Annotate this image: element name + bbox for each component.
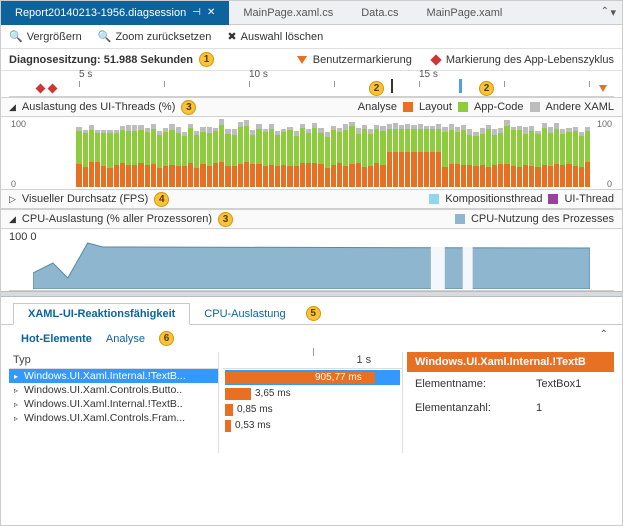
document-tabbar: Report20140213-1956.diagsession ⊣ ✕ Main…	[1, 1, 622, 25]
legend-comp-swatch	[429, 194, 439, 204]
collapse-icon[interactable]: ◢	[9, 102, 16, 113]
expand-icon[interactable]: ▷	[9, 194, 16, 205]
fps-title: Visueller Durchsatz (FPS)	[22, 193, 148, 205]
magnify-plus-icon: 🔍	[9, 30, 23, 43]
detail-pane: Windows.UI.Xaml.Internal.!TextB Elementn…	[407, 352, 614, 453]
callout-6: 6	[159, 331, 174, 346]
ui-thread-chart[interactable]: 100 100 0 0	[9, 119, 614, 189]
hot-elements-grid: Typ ▸Windows.UI.Xaml.Internal.!TextB...▹…	[1, 352, 622, 457]
magnify-icon: 🔍	[98, 30, 112, 43]
tree-row[interactable]: ▸Windows.UI.Xaml.Internal.!TextB...	[9, 369, 218, 383]
lifecycle-mark-icon	[430, 54, 441, 65]
legend-other-swatch	[530, 102, 540, 112]
callout-3b: 3	[218, 212, 233, 227]
expand-icon[interactable]: ▸	[11, 372, 21, 381]
tab-cpu-usage[interactable]: CPU-Auslastung	[190, 304, 299, 324]
callout-4: 4	[154, 192, 169, 207]
lifecycle-marker	[36, 84, 46, 94]
detail-tabs: XAML-UI-Reaktionsfähigkeit CPU-Auslastun…	[1, 297, 622, 325]
user-mark-icon	[297, 56, 307, 64]
session-info-row: Diagnosesitzung: 51.988 Sekunden 1 Benut…	[1, 49, 622, 71]
lifecycle-marker	[48, 84, 58, 94]
callout-5: 5	[306, 306, 321, 321]
cpu-chart[interactable]: 100 0	[9, 231, 614, 291]
chevron-up-icon[interactable]: ⌃	[601, 6, 609, 17]
subtab-hot[interactable]: Hot-Elemente	[21, 333, 92, 345]
cpu-title: CPU-Auslastung (% aller Prozessoren)	[22, 213, 212, 225]
pin-icon[interactable]: ⊣	[192, 7, 201, 18]
ui-thread-title: Auslastung des UI-Threads (%)	[22, 101, 175, 113]
expand-icon[interactable]: ▹	[11, 414, 21, 423]
user-marker-tri	[599, 85, 607, 92]
tree-row[interactable]: ▹Windows.UI.Xaml.Controls.Fram...	[9, 411, 218, 425]
legend-analyse-swatch	[342, 102, 352, 112]
duration-bar: 0,85 ms	[225, 402, 400, 417]
col-header-type: Typ	[9, 352, 218, 369]
callout-3: 3	[181, 100, 196, 115]
tab-xaml-responsiveness[interactable]: XAML-UI-Reaktionsfähigkeit	[13, 303, 190, 325]
callout-1: 1	[199, 52, 214, 67]
toolbar: 🔍 Vergrößern 🔍 Zoom zurücksetzen ✖ Auswa…	[1, 25, 622, 49]
user-marker-bar	[391, 79, 393, 93]
expand-icon[interactable]: ▹	[11, 400, 21, 409]
cpu-header: ◢ CPU-Auslastung (% aller Prozessoren) 3…	[1, 209, 622, 229]
zoom-reset-button[interactable]: 🔍 Zoom zurücksetzen	[98, 30, 212, 43]
callout-2b: 2	[479, 81, 494, 96]
session-label: Diagnosesitzung: 51.988 Sekunden	[9, 54, 193, 66]
tab-mainpage-cs[interactable]: MainPage.xaml.cs	[229, 1, 347, 25]
duration-bar: 3,65 ms	[225, 386, 400, 401]
tree-row[interactable]: ▹Windows.UI.Xaml.Controls.Butto..	[9, 383, 218, 397]
fps-header: ▷ Visueller Durchsatz (FPS) 4 Kompositio…	[1, 189, 622, 209]
selection-handle[interactable]	[459, 79, 462, 93]
sub-tabs: Hot-Elemente Analyse 6 ⌃	[1, 325, 622, 352]
callout-2: 2	[369, 81, 384, 96]
legend-appcode-swatch	[458, 102, 468, 112]
clear-selection-button[interactable]: ✖ Auswahl löschen	[227, 30, 323, 43]
collapse-icon[interactable]: ◢	[9, 214, 16, 225]
duration-column: 1 s 905,77 ms3,65 ms0,85 ms0,53 ms	[223, 352, 403, 453]
clear-icon: ✖	[227, 30, 236, 43]
tab-mainpage-xaml[interactable]: MainPage.xaml	[413, 1, 517, 25]
user-mark-label: Benutzermarkierung	[313, 54, 412, 66]
tab-report[interactable]: Report20140213-1956.diagsession ⊣ ✕	[1, 1, 229, 25]
expand-icon[interactable]: ▹	[11, 386, 21, 395]
detail-title: Windows.UI.Xaml.Internal.!TextB	[407, 352, 614, 372]
type-column: Typ ▸Windows.UI.Xaml.Internal.!TextB...▹…	[9, 352, 219, 453]
duration-bar: 905,77 ms	[225, 370, 400, 385]
chevron-up-icon[interactable]: ⌃	[600, 329, 608, 340]
tree-row[interactable]: ▹Windows.UI.Xaml.Internal.!TextB..	[9, 397, 218, 411]
tab-data-cs[interactable]: Data.cs	[347, 1, 412, 25]
legend-layout-swatch	[403, 102, 413, 112]
legend-ui-swatch	[548, 194, 558, 204]
timeline-ruler[interactable]: 5 s 10 s 15 s 2 2	[9, 71, 614, 97]
subtab-analyse[interactable]: Analyse	[106, 333, 145, 345]
legend-cpu-swatch	[455, 214, 465, 224]
duration-bar: 0,53 ms	[225, 418, 400, 433]
close-icon[interactable]: ✕	[207, 7, 215, 18]
tab-label: Report20140213-1956.diagsession	[15, 7, 186, 19]
zoom-in-button[interactable]: 🔍 Vergrößern	[9, 30, 82, 43]
lifecycle-label: Markierung des App-Lebenszyklus	[446, 54, 614, 66]
ui-thread-header: ◢ Auslastung des UI-Threads (%) 3 Analys…	[1, 97, 622, 117]
